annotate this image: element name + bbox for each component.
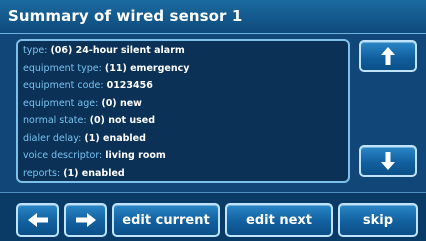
row-value: (06) 24-hour silent alarm	[50, 45, 185, 56]
edit-current-button[interactable]: edit current	[112, 203, 220, 237]
forward-button[interactable]	[64, 203, 107, 237]
arrow-up-icon	[381, 47, 395, 65]
row-label: equipment age:	[23, 97, 99, 109]
summary-row-dialer-delay: dialer delay: (1) enabled	[23, 133, 146, 145]
back-button[interactable]	[16, 203, 59, 237]
row-value: (11) emergency	[104, 62, 190, 74]
scroll-up-button[interactable]	[359, 40, 417, 72]
row-label: reports:	[23, 167, 61, 179]
summary-panel: type: (06) 24-hour silent alarm equipmen…	[16, 39, 350, 183]
summary-row-voice-descriptor: voice descriptor: living room	[23, 150, 166, 162]
edit-next-button[interactable]: edit next	[225, 203, 333, 237]
arrow-right-icon	[75, 213, 96, 227]
row-value: (1) enabled	[63, 167, 125, 179]
title-bar: Summary of wired sensor 1	[0, 0, 426, 34]
skip-button[interactable]: skip	[338, 203, 418, 237]
row-value: (1) enabled	[84, 132, 146, 144]
summary-row-equipment-age: equipment age: (0) new	[23, 98, 142, 110]
bottom-toolbar: edit current edit next skip	[0, 192, 426, 241]
summary-row-type: type: (06) 24-hour silent alarm	[23, 45, 185, 57]
summary-row-normal-state: normal state: (0) not used	[23, 115, 155, 127]
row-label: normal state:	[23, 115, 87, 126]
row-value: living room	[105, 150, 166, 161]
main-area: type: (06) 24-hour silent alarm equipmen…	[0, 34, 426, 192]
summary-row-equipment-code: equipment code: 0123456	[23, 80, 153, 92]
scroll-down-button[interactable]	[359, 145, 417, 177]
summary-row-reports: reports: (1) enabled	[23, 168, 125, 180]
row-value: 0123456	[106, 80, 153, 91]
row-value: (0) new	[101, 97, 142, 109]
row-label: type:	[23, 45, 48, 56]
row-label: dialer delay:	[23, 132, 82, 144]
row-label: equipment type:	[23, 62, 102, 74]
row-label: equipment code:	[23, 80, 104, 91]
row-label: voice descriptor:	[23, 150, 103, 161]
summary-row-equipment-type: equipment type: (11) emergency	[23, 63, 189, 75]
page-title: Summary of wired sensor 1	[8, 7, 243, 25]
arrow-down-icon	[381, 152, 395, 170]
row-value: (0) not used	[89, 115, 156, 126]
arrow-left-icon	[27, 213, 48, 227]
